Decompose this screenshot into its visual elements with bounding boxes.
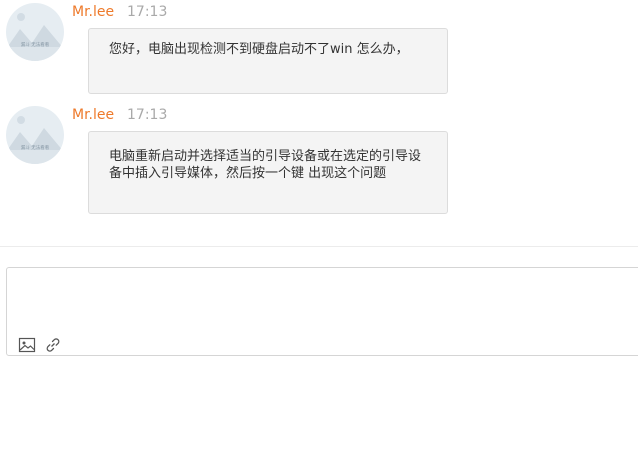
avatar[interactable]: 漏斗 无法看看 [6,106,64,164]
link-icon[interactable] [44,336,62,354]
message-composer [6,267,638,356]
message-input[interactable] [7,268,627,324]
message-bubble: 您好，电脑出现检测不到硬盘启动不了win 怎么办， [88,28,448,94]
avatar-caption: 漏斗 无法看看 [21,144,50,151]
message-text: 您好，电脑出现检测不到硬盘启动不了win 怎么办， [109,42,409,57]
image-icon[interactable] [18,336,36,354]
message-time: 17:13 [127,4,168,20]
sender-name[interactable]: Mr.lee [72,107,114,123]
chat-window: 漏斗 无法看看 Mr.lee 17:13 您好，电脑出现检测不到硬盘启动不了wi… [0,0,638,466]
avatar-image: 漏斗 无法看看 [6,106,64,164]
divider [0,246,638,247]
message-time: 17:13 [127,107,168,123]
message-bubble: 电脑重新启动并选择适当的引导设备或在选定的引导设备中插入引导媒体，然后按一个键 … [88,131,448,214]
sender-name[interactable]: Mr.lee [72,4,114,20]
avatar[interactable]: 漏斗 无法看看 [6,3,64,61]
avatar-image: 漏斗 无法看看 [6,3,64,61]
message-text: 电脑重新启动并选择适当的引导设备或在选定的引导设备中插入引导媒体，然后按一个键 … [109,149,422,181]
avatar-caption: 漏斗 无法看看 [21,41,50,48]
